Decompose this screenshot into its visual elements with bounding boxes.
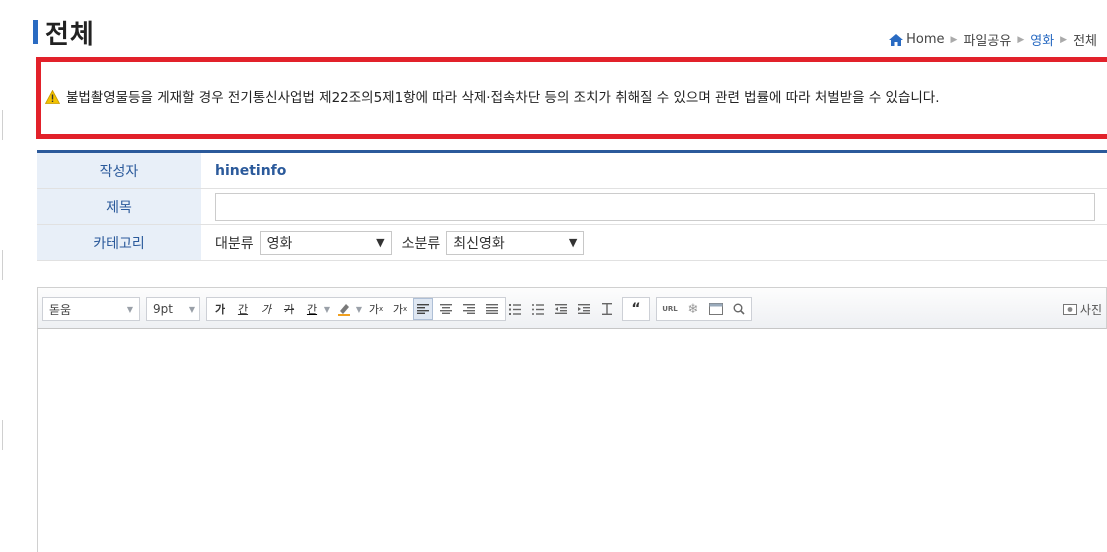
subscript-button[interactable]: 가x bbox=[390, 298, 410, 320]
ordered-list-icon bbox=[509, 303, 521, 315]
category-row: 카테고리 대분류 영화 ▼ 소분류 최신영화 ▼ bbox=[37, 225, 1107, 261]
chevron-down-icon: ▼ bbox=[126, 304, 133, 314]
category-label: 카테고리 bbox=[37, 225, 201, 260]
editor-body[interactable] bbox=[37, 329, 1107, 552]
font-family-value: 돋움 bbox=[49, 302, 72, 317]
chevron-down-icon: ▼ bbox=[568, 236, 578, 249]
font-size-select[interactable]: 9pt ▼ bbox=[146, 297, 200, 321]
sub-category-label: 소분류 bbox=[401, 235, 441, 252]
bullet-list-button[interactable] bbox=[528, 298, 548, 320]
breadcrumb-file-share[interactable]: 파일공유 bbox=[963, 30, 1011, 49]
align-left-icon bbox=[417, 304, 429, 314]
page-title: 전체 bbox=[45, 20, 95, 50]
align-justify-icon bbox=[486, 304, 498, 314]
category-cell: 대분류 영화 ▼ 소분류 최신영화 ▼ bbox=[201, 225, 1107, 260]
snowflake-icon: ❄ bbox=[687, 301, 699, 317]
title-accent-bar bbox=[33, 20, 38, 44]
subject-input[interactable] bbox=[215, 192, 1095, 221]
bold-button[interactable]: 가 bbox=[210, 298, 230, 320]
sub-category-value: 최신영화 bbox=[453, 235, 505, 252]
line-height-icon bbox=[602, 303, 612, 315]
breadcrumb-separator-icon: ▶ bbox=[950, 34, 958, 45]
breadcrumb-all: 전체 bbox=[1073, 34, 1097, 49]
breadcrumb-separator-icon: ▶ bbox=[1060, 34, 1068, 45]
search-icon bbox=[733, 303, 745, 315]
indent-icon bbox=[578, 304, 590, 314]
author-label: 작성자 bbox=[37, 153, 201, 188]
underline-button[interactable]: 간 bbox=[233, 298, 253, 320]
legal-notice: 불법촬영물등을 게재할 경우 전기통신사업법 제22조의5제1항에 따라 삭제·… bbox=[44, 89, 1103, 107]
highlighter-icon bbox=[338, 304, 350, 316]
subject-label: 제목 bbox=[37, 189, 201, 224]
legal-notice-box: 불법촬영물등을 게재할 경우 전기통신사업법 제22조의5제1항에 따라 삭제·… bbox=[36, 57, 1107, 139]
author-cell: hinetinfo bbox=[201, 153, 1107, 188]
chevron-down-icon: ▼ bbox=[376, 236, 385, 249]
table-button[interactable] bbox=[706, 298, 726, 320]
page-left-edge bbox=[0, 0, 5, 552]
photo-icon bbox=[1062, 304, 1077, 315]
italic-button[interactable]: 가 bbox=[256, 298, 276, 320]
font-size-value: 9pt bbox=[153, 302, 173, 316]
bullet-list-icon bbox=[532, 303, 544, 315]
superscript-label: 가 bbox=[368, 303, 379, 316]
ordered-list-button[interactable] bbox=[505, 298, 525, 320]
subject-row: 제목 bbox=[37, 189, 1107, 225]
breadcrumb-movie[interactable]: 영화 bbox=[1030, 30, 1054, 49]
chevron-down-icon[interactable]: ▼ bbox=[322, 298, 332, 320]
outdent-icon bbox=[555, 304, 567, 314]
subscript-label: 가 bbox=[392, 303, 403, 316]
align-right-icon bbox=[463, 304, 475, 314]
author-row: 작성자 hinetinfo bbox=[37, 153, 1107, 189]
main-category-label: 대분류 bbox=[215, 235, 254, 252]
page-header: 전체 Home ▶ 파일공유 ▶ 영화 ▶ 전체 bbox=[33, 8, 1107, 50]
chevron-down-icon[interactable]: ▼ bbox=[354, 298, 364, 320]
sub-category-select[interactable]: 최신영화 ▼ bbox=[446, 230, 585, 255]
photo-label: 사진 bbox=[1079, 302, 1102, 317]
outdent-button[interactable] bbox=[551, 298, 571, 320]
write-form: 작성자 hinetinfo 제목 카테고리 대분류 영화 ▼ 소분류 최신영화 … bbox=[37, 150, 1107, 261]
editor-toolbar: 돋움 ▼ 9pt ▼ 가 간 가 가 간 ▼ ▼ 가x 가x “ URL ❄ 사… bbox=[37, 287, 1107, 329]
line-height-button[interactable] bbox=[597, 298, 617, 320]
table-icon bbox=[709, 303, 723, 315]
chevron-down-icon: ▼ bbox=[188, 304, 195, 314]
superscript-button[interactable]: 가x bbox=[366, 298, 386, 320]
quote-button[interactable]: “ bbox=[626, 298, 646, 320]
align-center-button[interactable] bbox=[436, 298, 456, 320]
author-name: hinetinfo bbox=[215, 162, 287, 179]
home-icon[interactable] bbox=[889, 33, 904, 46]
breadcrumb-separator-icon: ▶ bbox=[1017, 34, 1025, 45]
main-category-value: 영화 bbox=[266, 235, 293, 252]
align-justify-button[interactable] bbox=[482, 298, 502, 320]
breadcrumb-home[interactable]: Home bbox=[906, 32, 944, 47]
highlight-color-button[interactable] bbox=[334, 298, 354, 320]
indent-button[interactable] bbox=[574, 298, 594, 320]
align-right-button[interactable] bbox=[459, 298, 479, 320]
text-color-button[interactable]: 간 bbox=[302, 298, 322, 320]
align-center-icon bbox=[440, 304, 452, 314]
subject-cell bbox=[201, 189, 1107, 224]
special-char-button[interactable]: ❄ bbox=[683, 298, 703, 320]
link-button[interactable]: URL bbox=[660, 298, 680, 320]
legal-notice-text: 불법촬영물등을 게재할 경우 전기통신사업법 제22조의5제1항에 따라 삭제·… bbox=[66, 90, 940, 106]
breadcrumb: Home ▶ 파일공유 ▶ 영화 ▶ 전체 bbox=[889, 30, 1097, 49]
font-family-select[interactable]: 돋움 ▼ bbox=[42, 297, 140, 321]
warning-icon bbox=[44, 89, 61, 104]
photo-button[interactable]: 사진 bbox=[1062, 297, 1102, 321]
strikethrough-button[interactable]: 가 bbox=[279, 298, 299, 320]
find-button[interactable] bbox=[729, 298, 749, 320]
align-left-button[interactable] bbox=[413, 298, 433, 320]
main-category-select[interactable]: 영화 ▼ bbox=[259, 230, 392, 255]
